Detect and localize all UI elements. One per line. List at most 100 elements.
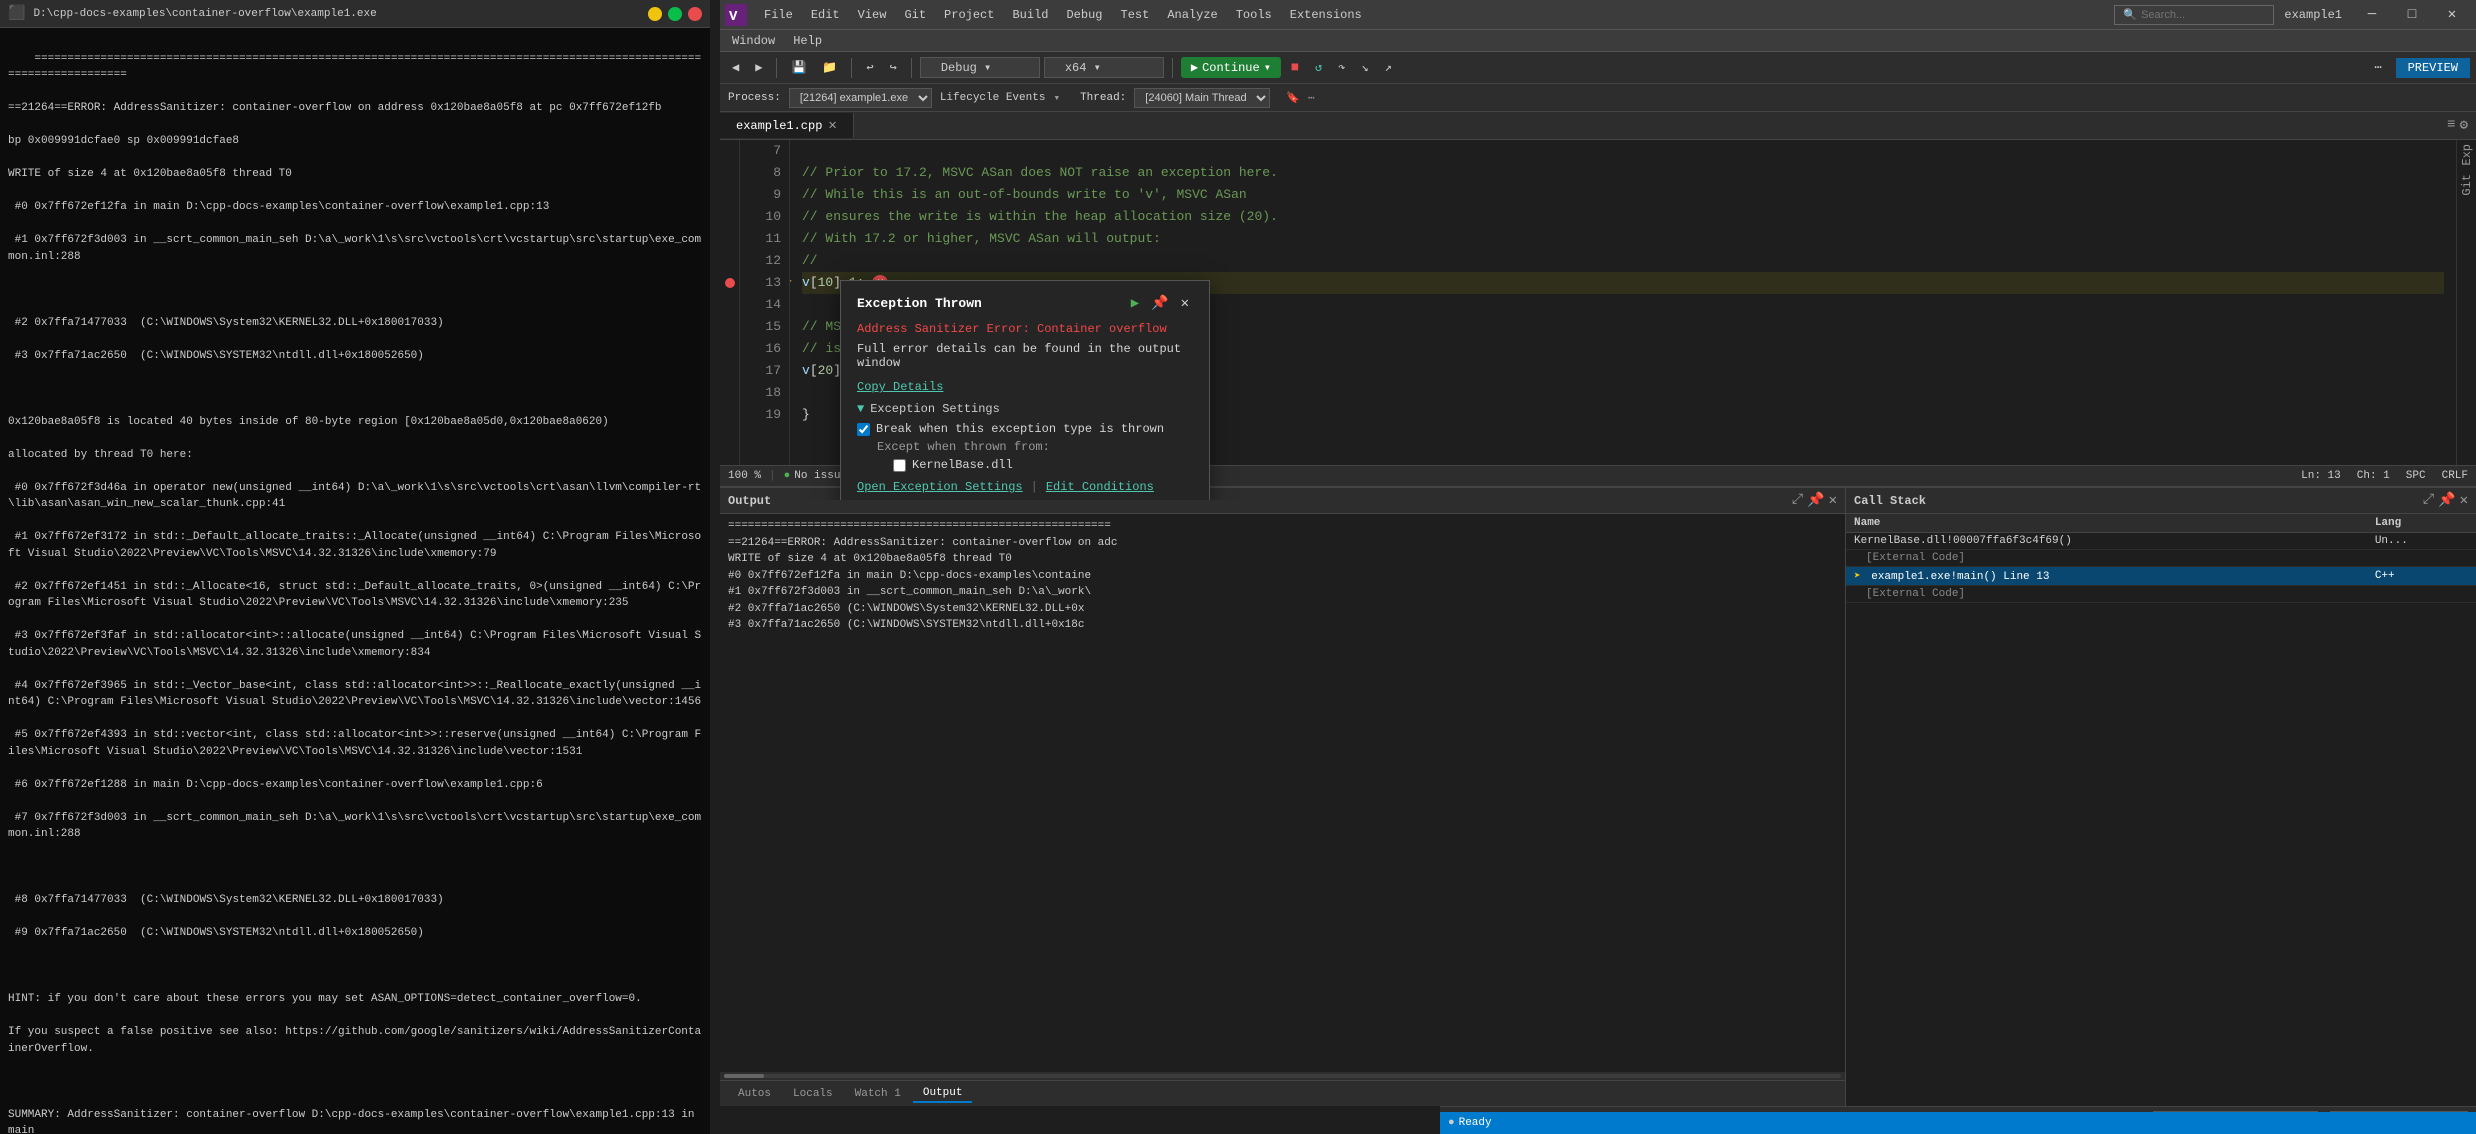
cs-row-external1[interactable]: [External Code]: [1846, 550, 2476, 567]
cs-row-external2[interactable]: [External Code]: [1846, 586, 2476, 603]
process-select[interactable]: [21264] example1.exe: [789, 88, 932, 108]
git-changes-icon[interactable]: Git: [2460, 174, 2474, 196]
menu-tools[interactable]: Tools: [1228, 5, 1280, 25]
cs-header-name: Name: [1846, 514, 2367, 533]
toolbar-save-btn[interactable]: 💾: [785, 58, 812, 77]
code-b17a: [: [810, 360, 818, 382]
copy-details-link[interactable]: Copy Details: [857, 380, 1193, 394]
window-maximize-btn[interactable]: □: [2392, 0, 2432, 30]
callstack-close-btn[interactable]: ✕: [2460, 492, 2468, 509]
solution-explorer-side-icon[interactable]: Exp: [2460, 144, 2474, 166]
tab-locals[interactable]: Locals: [783, 1086, 843, 1102]
callstack-maximize-btn[interactable]: ⤢: [2423, 492, 2434, 509]
toolbar-redo-btn[interactable]: ↪: [884, 58, 903, 77]
toolbar-forward-btn[interactable]: ▶: [749, 58, 768, 77]
menu-analyze[interactable]: Analyze: [1159, 5, 1225, 25]
preview-btn[interactable]: PREVIEW: [2396, 58, 2470, 78]
terminal-maximize-btn[interactable]: □: [668, 7, 682, 21]
solution-explorer-icon[interactable]: ≡: [2447, 117, 2455, 134]
continue-icon: ▶: [1191, 60, 1198, 75]
output-line-6: #2 0x7ffa71ac2650 (C:\WINDOWS\System32\K…: [728, 601, 1837, 618]
menu-test[interactable]: Test: [1113, 5, 1158, 25]
toolbar-open-btn[interactable]: 📁: [816, 58, 843, 77]
callstack-pin-btn[interactable]: 📌: [2438, 492, 2455, 509]
toolbar-sep3: [911, 58, 912, 78]
restart-btn[interactable]: ↺: [1309, 58, 1328, 77]
menu-extensions[interactable]: Extensions: [1282, 5, 1370, 25]
terminal-minimize-btn[interactable]: ─: [648, 7, 662, 21]
step-over-btn[interactable]: ↷: [1332, 58, 1351, 77]
menu-bar: V File Edit View Git Project Build Debug…: [720, 0, 2476, 30]
kernel-base-checkbox[interactable]: [893, 459, 906, 472]
cs-row-main[interactable]: ➤ example1.exe!main() Line 13 C++: [1846, 567, 2476, 586]
menu-view[interactable]: View: [850, 5, 895, 25]
exception-title: Exception Thrown: [857, 296, 982, 311]
exception-run-btn[interactable]: ▶: [1127, 293, 1143, 314]
build-config[interactable]: Debug ▾: [920, 57, 1040, 78]
ide-status-bar: ● Ready: [1440, 1112, 2476, 1134]
menu-debug[interactable]: Debug: [1058, 5, 1110, 25]
break-when-checkbox[interactable]: [857, 423, 870, 436]
tab-close-btn[interactable]: ✕: [828, 117, 836, 134]
window-close-btn[interactable]: ✕: [2432, 0, 2472, 30]
thread-label: Thread:: [1080, 92, 1126, 104]
ready-icon: ●: [1448, 1117, 1455, 1129]
step-out-btn[interactable]: ↗: [1379, 58, 1398, 77]
debug-arrow: ➤: [790, 272, 792, 294]
tab-watch1[interactable]: Watch 1: [845, 1086, 911, 1102]
search-icon: 🔍: [2123, 8, 2137, 22]
toolbar-more-btn[interactable]: ⋯: [2368, 58, 2387, 77]
exception-settings-toggle[interactable]: ▼ Exception Settings: [857, 402, 1193, 416]
except-when-label: Except when thrown from:: [877, 440, 1193, 454]
menu-window[interactable]: Window: [724, 31, 783, 51]
zoom-level: 100 %: [728, 470, 761, 482]
window-minimize-btn[interactable]: ─: [2352, 0, 2392, 30]
menu-git[interactable]: Git: [896, 5, 934, 25]
kernel-base-label: KernelBase.dll: [912, 458, 1013, 472]
cs-arrow: ➤: [1854, 571, 1861, 583]
edit-conditions-link[interactable]: Edit Conditions: [1046, 480, 1154, 494]
step-into-btn[interactable]: ↘: [1355, 58, 1374, 77]
output-line-1: ========================================…: [728, 518, 1837, 535]
thread-select[interactable]: [24060] Main Thread: [1134, 88, 1270, 108]
output-scrollbar[interactable]: [720, 1072, 1845, 1080]
svg-text:V: V: [729, 9, 738, 25]
continue-btn[interactable]: ▶ Continue ▾: [1181, 57, 1281, 78]
menu-edit[interactable]: Edit: [803, 5, 848, 25]
menu-file[interactable]: File: [756, 5, 801, 25]
toolbar-back-btn[interactable]: ◀: [726, 58, 745, 77]
lifecycle-chevron: ▾: [1053, 91, 1060, 105]
menu-build[interactable]: Build: [1004, 5, 1056, 25]
output-pin-btn[interactable]: 📌: [1807, 492, 1824, 509]
lifecycle-btn[interactable]: Lifecycle Events: [940, 92, 1046, 104]
toolbar-undo-btn[interactable]: ↩: [860, 58, 879, 77]
exception-pin-btn[interactable]: 📌: [1147, 293, 1172, 314]
terminal-icon: ⬛: [8, 5, 25, 22]
menu-project[interactable]: Project: [936, 5, 1002, 25]
terminal-close-btn[interactable]: ×: [688, 7, 702, 21]
cs-external2-lang: [2367, 586, 2476, 603]
search-input[interactable]: [2141, 9, 2265, 21]
editor-tab-example1[interactable]: example1.cpp ✕: [720, 113, 854, 138]
tab-autos[interactable]: Autos: [728, 1086, 781, 1102]
output-scrollthumb[interactable]: [724, 1074, 764, 1078]
terminal-title: D:\cpp-docs-examples\container-overflow\…: [33, 8, 376, 20]
menu-help[interactable]: Help: [785, 31, 830, 51]
comment-8: // Prior to 17.2, MSVC ASan does NOT rai…: [802, 162, 1278, 184]
cs-row-kernel[interactable]: KernelBase.dll!00007ffa6f3c4f69() Un...: [1846, 533, 2476, 550]
exception-close-btn[interactable]: ✕: [1177, 293, 1193, 314]
open-exception-settings-link[interactable]: Open Exception Settings: [857, 480, 1023, 494]
stop-btn[interactable]: ⏹: [1285, 57, 1305, 79]
callstack-content: Name Lang KernelBase.dll!00007ffa6f3c4f6…: [1846, 514, 2476, 1106]
editor-settings-icon[interactable]: ⚙: [2460, 117, 2468, 134]
output-line-5: #1 0x7ff672f3d003 in __scrt_common_main_…: [728, 584, 1837, 601]
footer-separator: |: [1031, 480, 1038, 494]
output-maximize-btn[interactable]: ⤢: [1792, 492, 1803, 509]
menu-search-box[interactable]: 🔍: [2114, 5, 2274, 25]
continue-label: Continue: [1202, 61, 1260, 75]
build-platform[interactable]: x64 ▾: [1044, 57, 1164, 78]
output-close-btn[interactable]: ✕: [1829, 492, 1837, 509]
tab-output[interactable]: Output: [913, 1085, 973, 1103]
output-content: ========================================…: [720, 514, 1845, 1072]
exception-header: Exception Thrown ▶ 📌 ✕: [857, 293, 1193, 314]
